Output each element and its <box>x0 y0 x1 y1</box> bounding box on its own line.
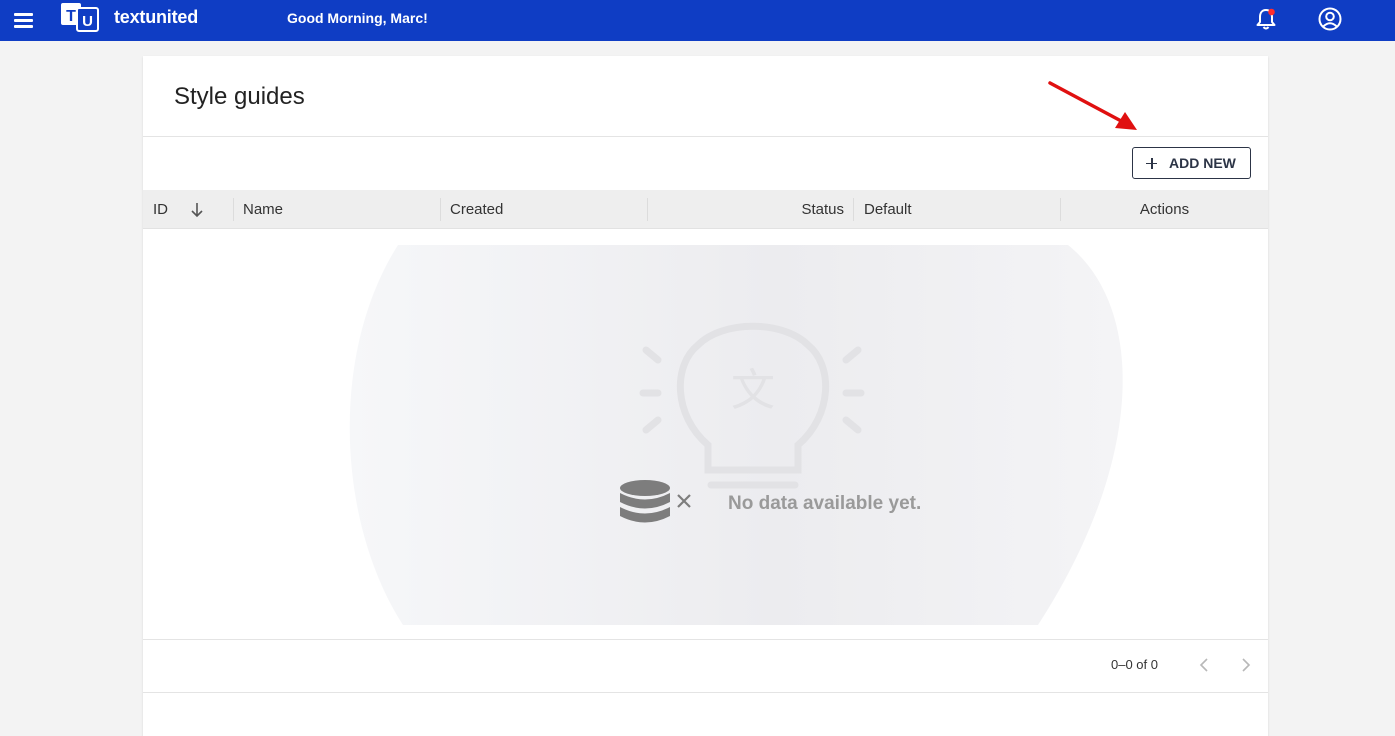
column-label-created: Created <box>450 201 504 218</box>
hamburger-menu-icon[interactable] <box>13 10 35 30</box>
divider <box>143 692 1268 693</box>
empty-state: 文 No data available yet. <box>143 230 1268 639</box>
empty-state-message: No data available yet. <box>728 493 922 514</box>
column-header-name[interactable]: Name <box>243 190 433 229</box>
greeting-text: Good Morning, Marc! <box>287 10 428 26</box>
column-header-id[interactable]: ID <box>153 190 233 229</box>
brand-name[interactable]: textunited <box>114 7 198 28</box>
top-app-bar: T U textunited Good Morning, Marc! <box>0 0 1395 41</box>
plus-icon <box>1146 157 1157 169</box>
column-label-status: Status <box>801 201 844 218</box>
column-separator[interactable] <box>853 198 854 221</box>
arrow-down-icon[interactable] <box>190 202 204 218</box>
table-header: ID Name Created Status Default Actions <box>143 190 1268 229</box>
chevron-left-icon[interactable] <box>1197 656 1213 674</box>
logo-letter-u: U <box>82 13 93 30</box>
textunited-logo-icon[interactable]: T U <box>60 2 100 32</box>
annotation-arrow-icon <box>1048 81 1137 130</box>
page-title: Style guides <box>174 83 305 110</box>
chevron-right-icon[interactable] <box>1237 656 1253 674</box>
column-label-id: ID <box>153 201 168 218</box>
add-new-button[interactable]: ADD NEW <box>1132 147 1251 179</box>
database-x-icon <box>620 480 691 523</box>
empty-state-illustration: 文 <box>349 245 1123 625</box>
user-circle-icon[interactable] <box>1317 6 1343 32</box>
notification-dot <box>1268 8 1275 16</box>
column-label-name: Name <box>243 201 284 218</box>
column-header-default[interactable]: Default <box>864 190 1054 229</box>
style-guides-card: Style guides ADD NEW ID Name Created Sta… <box>143 56 1268 736</box>
column-separator[interactable] <box>440 198 441 221</box>
pagination-range: 0–0 of 0 <box>1111 657 1158 672</box>
svg-text:文: 文 <box>731 365 775 416</box>
add-new-label: ADD NEW <box>1169 155 1236 171</box>
bell-icon[interactable] <box>1255 7 1277 31</box>
column-separator[interactable] <box>233 198 234 221</box>
column-separator[interactable] <box>647 198 648 221</box>
divider <box>143 136 1268 137</box>
column-header-created[interactable]: Created <box>450 190 640 229</box>
divider <box>143 639 1268 640</box>
logo-letter-t: T <box>66 8 76 25</box>
column-label-default: Default <box>864 201 912 218</box>
column-header-status[interactable]: Status <box>657 190 844 229</box>
column-header-actions: Actions <box>1061 190 1268 229</box>
column-label-actions: Actions <box>1139 201 1190 218</box>
